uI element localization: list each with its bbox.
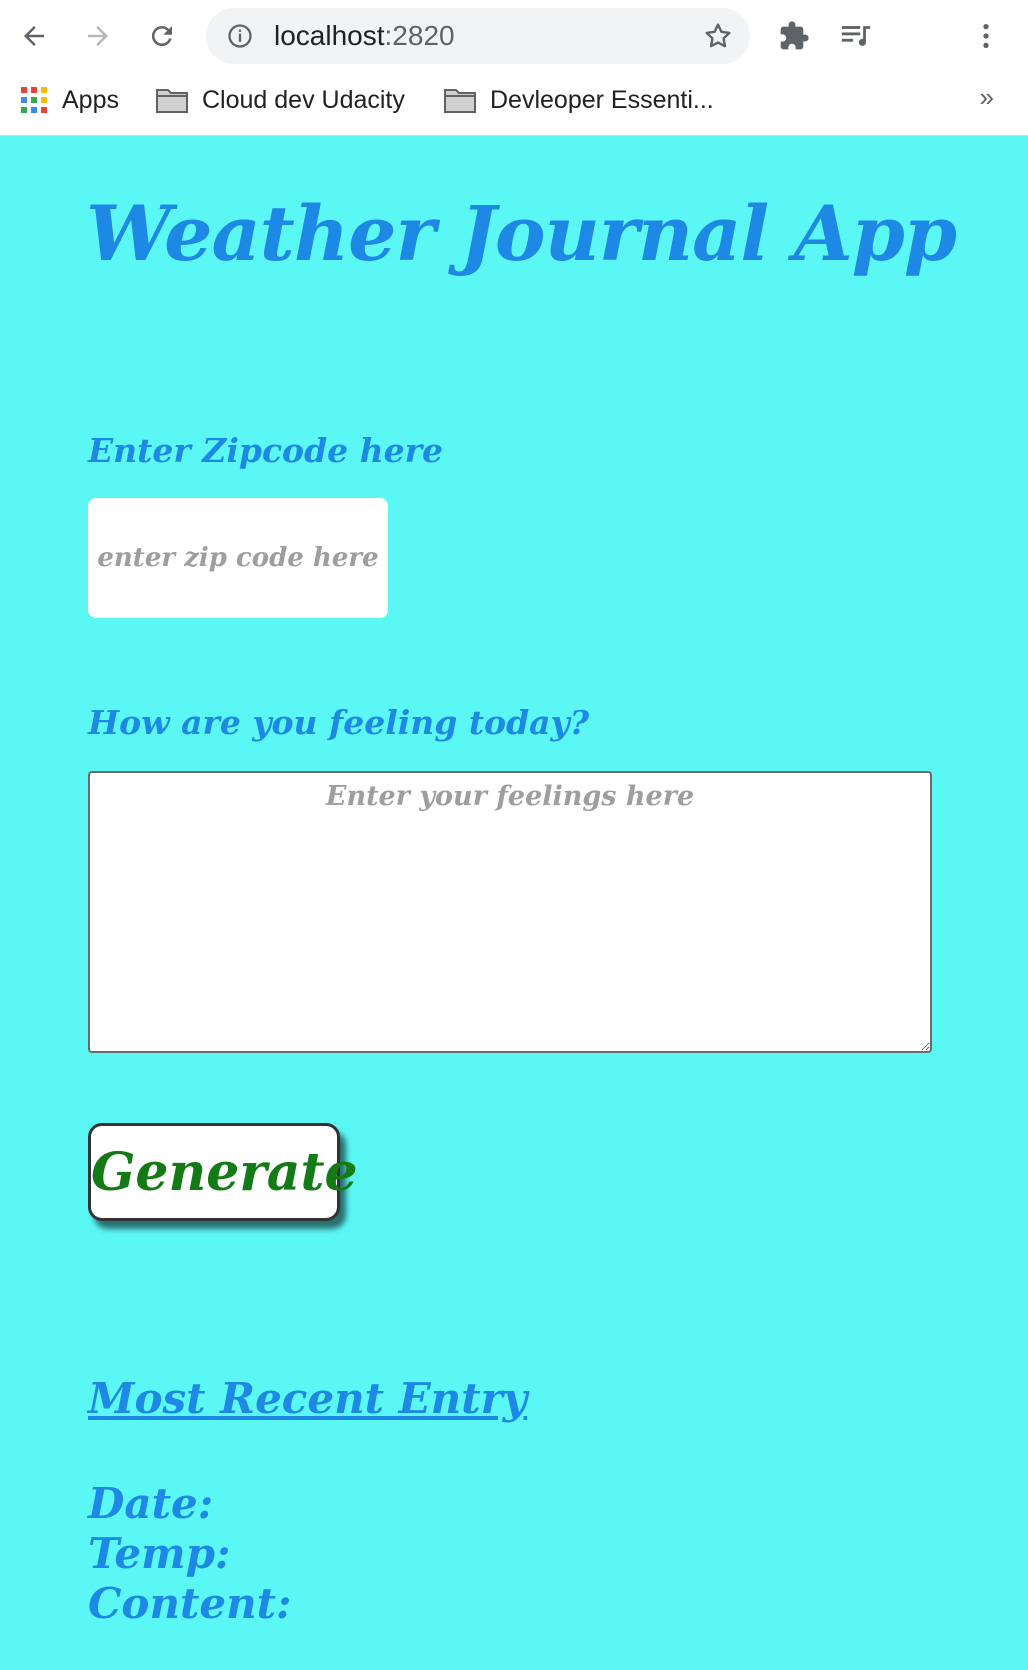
browser-toolbar: localhost:2820: [0, 0, 1028, 72]
content-label: Content:: [88, 1579, 292, 1628]
folder-icon: [444, 87, 476, 113]
url-host: localhost: [274, 20, 385, 51]
bookmark-label: Devleoper Essenti...: [490, 85, 714, 114]
url-port: :2820: [384, 20, 455, 51]
bookmark-cloud-dev-udacity[interactable]: Cloud dev Udacity: [156, 72, 405, 128]
queue-music-icon: [841, 26, 871, 46]
recent-entry-heading: Most Recent Entry: [88, 1374, 528, 1423]
puzzle-piece-icon: [780, 21, 809, 50]
browser-menu-button[interactable]: [968, 18, 1004, 54]
site-info-icon[interactable]: [226, 22, 254, 50]
media-controls-button[interactable]: [838, 18, 874, 54]
bookmark-apps[interactable]: Apps: [20, 72, 119, 128]
bookmark-label: Apps: [62, 85, 119, 114]
url-text: localhost:2820: [274, 8, 455, 64]
feelings-textarea[interactable]: [88, 771, 932, 1053]
reload-button[interactable]: [140, 14, 184, 58]
temp-label: Temp:: [88, 1529, 231, 1578]
back-button[interactable]: [12, 14, 56, 58]
back-arrow-icon: [24, 26, 44, 46]
bookmarks-overflow-button[interactable]: »: [980, 82, 994, 113]
generate-button[interactable]: Generate: [88, 1123, 358, 1221]
bookmark-star-icon[interactable]: [702, 20, 734, 52]
folder-icon: [156, 87, 188, 113]
kebab-menu-icon: [983, 24, 989, 48]
bookmark-label: Cloud dev Udacity: [202, 85, 405, 114]
forward-button[interactable]: [76, 14, 120, 58]
address-bar[interactable]: localhost:2820: [206, 8, 750, 64]
bookmarks-bar: Apps Cloud dev Udacity Devleoper Essenti…: [0, 72, 1028, 136]
reload-icon: [151, 26, 172, 47]
page-content: Weather Journal App Enter Zipcode here H…: [0, 137, 1028, 1670]
feelings-label: How are you feeling today?: [88, 703, 590, 742]
date-label: Date:: [88, 1479, 214, 1528]
zip-label: Enter Zipcode here: [88, 431, 443, 470]
apps-grid-icon: [20, 86, 48, 114]
page-title: Weather Journal App: [86, 189, 957, 278]
bookmark-developer-essentials[interactable]: Devleoper Essenti...: [444, 72, 714, 128]
zip-input[interactable]: [88, 498, 388, 618]
forward-arrow-icon: [88, 26, 108, 46]
extensions-button[interactable]: [776, 18, 812, 54]
